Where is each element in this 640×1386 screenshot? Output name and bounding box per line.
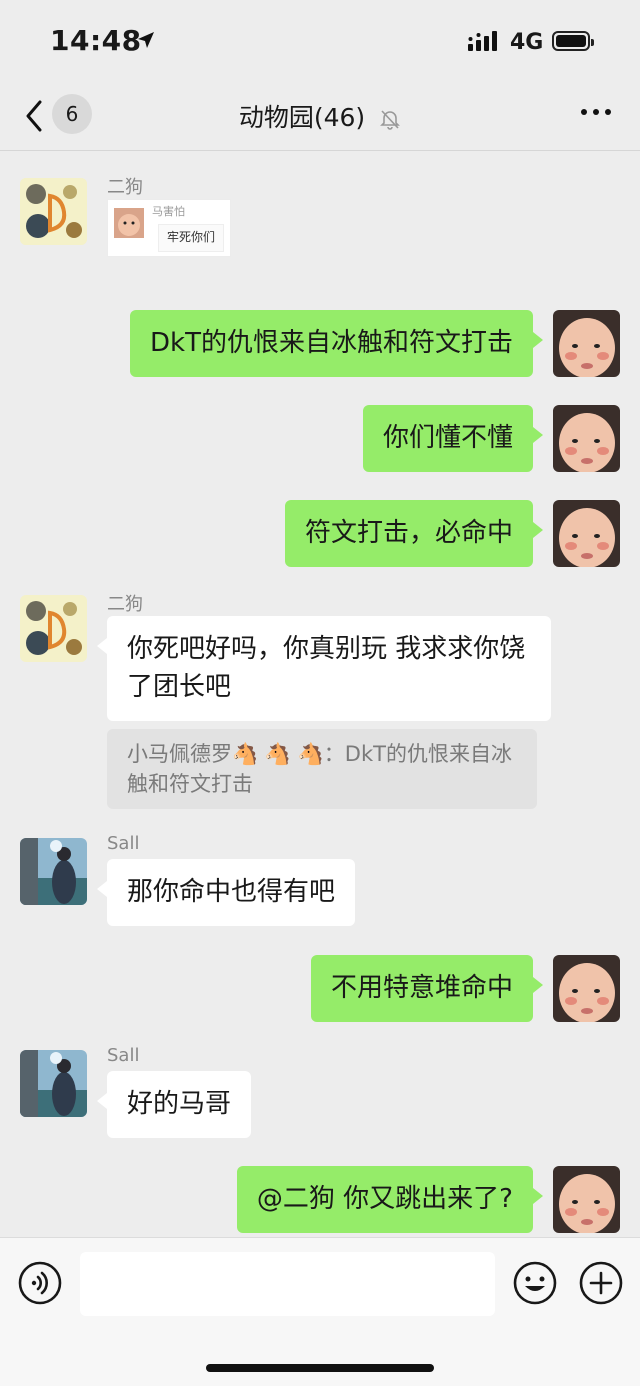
emoji-icon[interactable]	[512, 1260, 558, 1306]
message-bubble-outgoing[interactable]: @二狗 你又跳出来了?	[236, 1166, 544, 1233]
message-bubble-outgoing[interactable]: DkT的仇恨来自冰触和符文打击	[130, 310, 543, 377]
avatar-self[interactable]	[553, 500, 620, 567]
status-time: 14:48	[50, 24, 142, 57]
home-indicator[interactable]	[206, 1364, 434, 1372]
message-bubble-outgoing[interactable]: 符文打击，必命中	[284, 500, 544, 567]
add-attachment-icon[interactable]	[578, 1260, 624, 1306]
avatar-sall[interactable]	[20, 1050, 87, 1117]
location-arrow-icon	[138, 32, 154, 48]
avatar-ergou[interactable]	[20, 595, 87, 662]
sender-name: 二狗	[107, 177, 143, 198]
battery-icon	[552, 31, 594, 51]
chat-title: 动物园(46)	[238, 103, 366, 132]
sender-name: 二狗	[107, 594, 143, 615]
sticker-image[interactable]: 马害怕 牢死你们	[107, 199, 231, 257]
avatar-self[interactable]	[553, 1166, 620, 1233]
sender-name: Sall	[107, 833, 140, 854]
avatar-sall[interactable]	[20, 838, 87, 905]
chat-title-container: 动物园(46)	[0, 98, 640, 134]
muted-bell-icon	[380, 110, 401, 130]
message-bubble-incoming[interactable]: 那你命中也得有吧	[96, 859, 356, 926]
message-bubble-incoming[interactable]: 你死吧好吗，你真别玩 我求求你饶了团长吧	[97, 616, 551, 721]
quoted-message[interactable]: 小马佩德罗🐴 🐴 🐴：DkT的仇恨来自冰触和符文打击	[107, 729, 537, 809]
message-bubble-outgoing[interactable]: 不用特意堆命中	[310, 955, 544, 1022]
more-options-icon[interactable]	[580, 106, 612, 118]
signal-icon	[468, 31, 497, 51]
sticker-text: 牢死你们	[158, 224, 224, 252]
sticker-caption: 马害怕	[152, 205, 185, 218]
avatar-self[interactable]	[553, 310, 620, 377]
chat-header: 6 动物园(46)	[0, 86, 640, 151]
message-list[interactable]: 二狗 马害怕 牢死你们 DkT的仇恨来自冰触和符文打击 你们懂不懂 符文打击，必…	[0, 151, 640, 1237]
message-bubble-incoming[interactable]: 好的马哥	[96, 1071, 252, 1138]
avatar-self[interactable]	[553, 405, 620, 472]
avatar-self[interactable]	[553, 955, 620, 1022]
network-type: 4G	[510, 30, 544, 55]
baby-face-icon	[114, 208, 144, 238]
avatar-ergou[interactable]	[20, 178, 87, 245]
sender-name: Sall	[107, 1045, 140, 1066]
voice-input-icon[interactable]	[17, 1260, 63, 1306]
message-bubble-outgoing[interactable]: 你们懂不懂	[362, 405, 544, 472]
message-input[interactable]	[80, 1252, 495, 1316]
status-bar: 14:48 4G	[0, 0, 640, 86]
